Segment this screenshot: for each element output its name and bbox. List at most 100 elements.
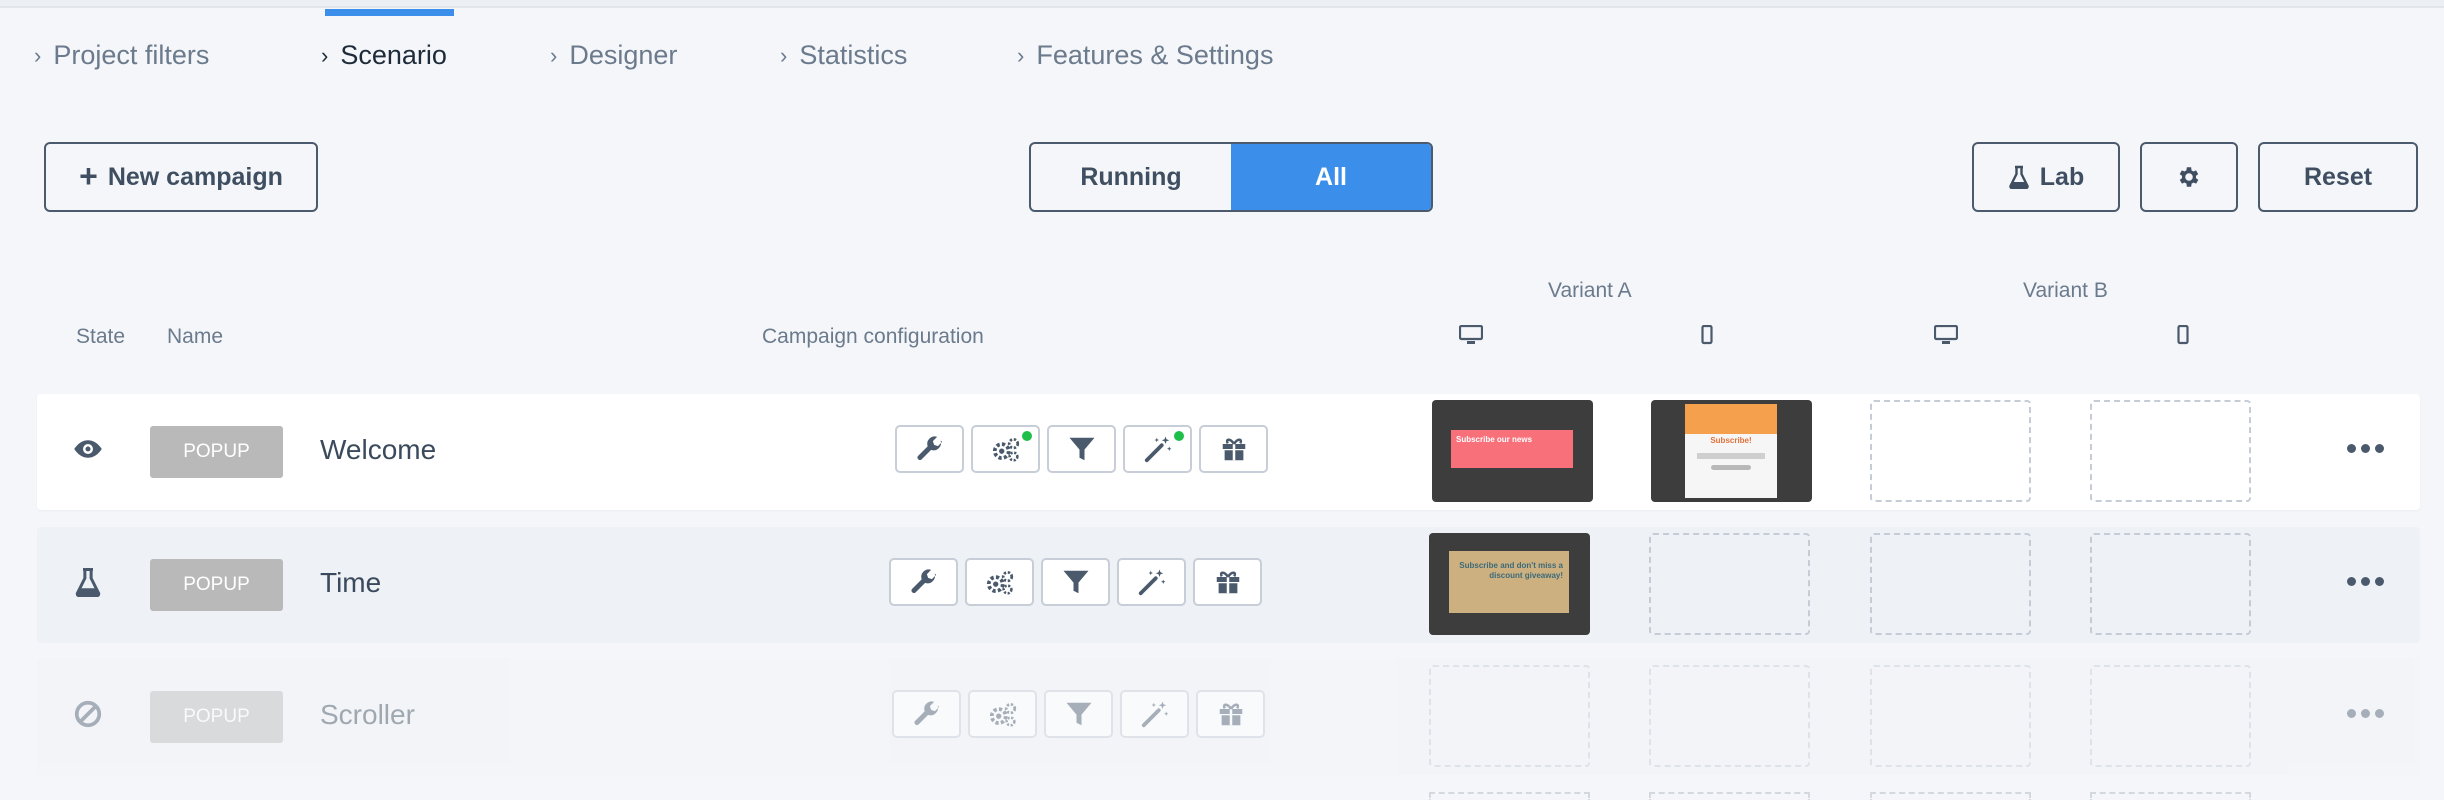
gift-button[interactable]	[1193, 558, 1262, 606]
next-row-empty-slot	[2090, 792, 2251, 800]
cogs-icon	[985, 567, 1015, 597]
magic-wand-button[interactable]	[1123, 425, 1192, 473]
gear-icon	[2179, 167, 2199, 187]
tab-features-settings[interactable]: › Features & Settings	[1017, 40, 1273, 71]
cogs-button[interactable]	[971, 425, 1040, 473]
chevron-right-icon: ›	[321, 42, 329, 68]
gift-button[interactable]	[1199, 425, 1268, 473]
more-options-button[interactable]	[2347, 444, 2384, 453]
gift-icon	[1219, 434, 1249, 464]
variant-b-mobile-empty-slot[interactable]	[2090, 665, 2251, 767]
chevron-right-icon: ›	[550, 42, 558, 68]
variant-a-mobile-empty-slot[interactable]	[1649, 533, 1810, 635]
new-campaign-button[interactable]: + New campaign	[44, 142, 318, 212]
variant-a-mobile-thumbnail[interactable]: Subscribe!	[1651, 400, 1812, 502]
campaign-type-badge: POPUP	[150, 559, 283, 611]
filter-icon	[1067, 434, 1097, 464]
active-tab-indicator	[325, 9, 454, 16]
variant-b-desktop-empty-slot[interactable]	[1870, 533, 2031, 635]
tab-designer[interactable]: › Designer	[550, 40, 677, 71]
filter-all-button[interactable]: All	[1231, 144, 1431, 210]
cogs-button[interactable]	[968, 690, 1037, 738]
tab-project-filters[interactable]: › Project filters	[34, 40, 209, 71]
next-row-empty-slot	[1429, 792, 1590, 800]
magic-wand-icon	[1143, 434, 1173, 464]
reset-button[interactable]: Reset	[2258, 142, 2418, 212]
settings-button[interactable]	[2140, 142, 2238, 212]
mobile-icon	[1701, 325, 1713, 345]
eye-icon[interactable]	[73, 434, 103, 464]
filter-button[interactable]	[1047, 425, 1116, 473]
gift-icon	[1213, 567, 1243, 597]
wrench-button[interactable]	[889, 558, 958, 606]
campaign-row-time[interactable]: POPUP Time Subscribe and don't miss a di…	[37, 527, 2420, 643]
campaign-row-welcome[interactable]: POPUP Welcome Subscribe our news Subscri…	[37, 394, 2420, 510]
chevron-right-icon: ›	[34, 42, 42, 68]
variant-a-desktop-empty-slot[interactable]	[1429, 665, 1590, 767]
tab-label: Features & Settings	[1036, 40, 1274, 70]
variant-b-mobile-empty-slot[interactable]	[2090, 533, 2251, 635]
campaign-name[interactable]: Welcome	[320, 434, 436, 466]
desktop-icon	[1934, 325, 1958, 344]
wrench-button[interactable]	[892, 690, 961, 738]
variant-b-desktop-empty-slot[interactable]	[1870, 665, 2031, 767]
breadcrumb-tabs: › Project filters › Scenario › Designer …	[0, 0, 2444, 90]
lab-button[interactable]: Lab	[1972, 142, 2120, 212]
column-header-state: State	[76, 325, 126, 348]
magic-wand-icon	[1140, 699, 1170, 729]
thumbnail-preview-text: Subscribe and don't miss a discount give…	[1449, 551, 1569, 613]
cogs-button[interactable]	[965, 558, 1034, 606]
tab-scenario[interactable]: › Scenario	[321, 40, 447, 71]
tab-label: Designer	[569, 40, 678, 70]
campaign-name[interactable]: Time	[320, 567, 381, 599]
more-options-button[interactable]	[2347, 577, 2384, 586]
filter-button[interactable]	[1044, 690, 1113, 738]
thumbnail-preview-text: Subscribe our news	[1451, 430, 1573, 468]
campaign-config-buttons	[889, 558, 1262, 606]
wrench-button[interactable]	[895, 425, 964, 473]
flask-icon[interactable]	[73, 567, 103, 597]
flask-icon	[2008, 165, 2029, 189]
lab-label: Lab	[2039, 162, 2085, 191]
cogs-icon	[991, 434, 1021, 464]
wrench-icon	[909, 567, 939, 597]
filter-button[interactable]	[1041, 558, 1110, 606]
campaign-type-badge: POPUP	[150, 426, 283, 478]
tab-label: Statistics	[799, 40, 908, 70]
magic-wand-button[interactable]	[1120, 690, 1189, 738]
campaign-name[interactable]: Scroller	[320, 699, 415, 731]
cogs-icon	[988, 699, 1018, 729]
variant-a-header: Variant A	[1548, 279, 1632, 302]
ban-icon[interactable]	[73, 699, 103, 729]
campaign-filter-toggle: Running All	[1029, 142, 1433, 212]
gift-button[interactable]	[1196, 690, 1265, 738]
status-dot	[1022, 431, 1032, 441]
more-options-button[interactable]	[2347, 709, 2384, 718]
wrench-icon	[912, 699, 942, 729]
next-row-empty-slot	[1649, 792, 1810, 800]
campaign-type-badge: POPUP	[150, 691, 283, 743]
next-row-empty-slot	[1870, 792, 2031, 800]
variant-a-desktop-thumbnail[interactable]: Subscribe and don't miss a discount give…	[1429, 533, 1590, 635]
wrench-icon	[915, 434, 945, 464]
chevron-right-icon: ›	[1017, 42, 1025, 68]
filter-running-button[interactable]: Running	[1031, 144, 1231, 210]
variant-b-desktop-empty-slot[interactable]	[1870, 400, 2031, 502]
reset-label: Reset	[2303, 162, 2373, 191]
tab-statistics[interactable]: › Statistics	[780, 40, 907, 71]
tab-label: Project filters	[53, 40, 210, 70]
magic-wand-button[interactable]	[1117, 558, 1186, 606]
variant-b-mobile-empty-slot[interactable]	[2090, 400, 2251, 502]
mobile-icon	[2177, 325, 2189, 345]
campaign-row-scroller[interactable]: POPUP Scroller	[37, 659, 2420, 775]
column-header-campaign-configuration: Campaign configuration	[762, 325, 984, 348]
gift-icon	[1216, 699, 1246, 729]
filter-icon	[1061, 567, 1091, 597]
campaign-config-buttons	[892, 690, 1265, 738]
thumbnail-preview-text: Subscribe!	[1710, 436, 1752, 445]
variant-a-desktop-thumbnail[interactable]: Subscribe our news	[1432, 400, 1593, 502]
campaign-config-buttons	[895, 425, 1268, 473]
variant-a-mobile-empty-slot[interactable]	[1649, 665, 1810, 767]
tab-label: Scenario	[340, 40, 447, 70]
status-dot	[1174, 431, 1184, 441]
